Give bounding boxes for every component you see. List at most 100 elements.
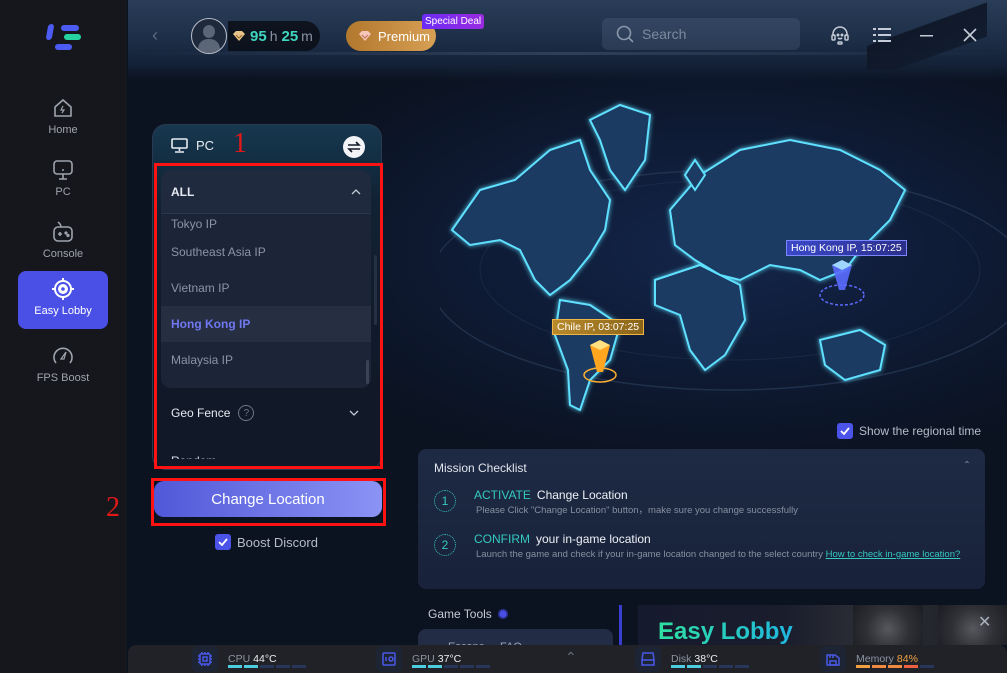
disk-value: 38°C — [694, 653, 718, 665]
monitor-icon — [171, 138, 188, 153]
gpu-value: 37°C — [437, 653, 462, 665]
system-status-bar: CPU 44°C GPU 37°C ⌃ Disk 38°C Memory 84% — [128, 645, 1007, 673]
game-tools-badge-icon — [497, 609, 508, 619]
step-title: Change Location — [536, 488, 628, 502]
minutes-unit: m — [301, 28, 313, 44]
platform-label: PC — [196, 138, 215, 153]
step-description: Please Click "Change Location" button，ma… — [476, 505, 799, 516]
hours-unit: h — [269, 28, 278, 44]
back-button[interactable]: ‹ — [152, 26, 170, 44]
disk-stat: Disk 38°C — [635, 645, 749, 673]
cpu-chip-icon — [192, 646, 218, 672]
world-map — [440, 103, 1007, 412]
sidebar-item-label: Easy Lobby — [34, 305, 92, 317]
cpu-value: 44°C — [253, 653, 277, 665]
swap-arrows-icon — [347, 141, 361, 153]
africa — [654, 263, 747, 372]
switch-platform-button[interactable] — [343, 136, 365, 158]
gpu-level-bar — [412, 665, 490, 668]
diamond-icon — [359, 31, 371, 41]
step-number: 1 — [434, 490, 456, 512]
sidebar-item-console[interactable]: Console — [18, 214, 108, 272]
minimize-icon[interactable] — [917, 25, 937, 45]
memory-label: Memory — [856, 653, 894, 665]
memory-value: 84% — [896, 653, 918, 665]
search-box[interactable] — [602, 18, 800, 50]
search-icon — [616, 25, 634, 43]
hong-kong-time-label: Hong Kong IP, 15:07:25 — [786, 240, 907, 256]
annotation-label-2: 2 — [106, 492, 120, 523]
checkbox-checked-icon — [215, 534, 231, 550]
minutes-value: 25 — [281, 27, 299, 45]
hours-value: 95 — [250, 27, 267, 45]
sidebar-item-easy-lobby[interactable]: Easy Lobby — [18, 271, 108, 329]
game-tools-heading: Game Tools — [428, 607, 508, 621]
sidebar-item-label: Home — [48, 124, 78, 136]
sidebar-item-pc[interactable]: PC — [18, 152, 108, 210]
chile-time-label: Chile IP, 03:07:25 — [552, 319, 645, 335]
banner-divider — [619, 605, 622, 645]
chevron-up-icon[interactable]: ⌃ — [565, 649, 577, 666]
cpu-level-bar — [228, 665, 306, 668]
gpu-stat: GPU 37°C — [376, 645, 490, 673]
boost-discord-label: Boost Discord — [237, 534, 318, 550]
game-tools-title: Game Tools — [428, 607, 492, 621]
memory-stat: Memory 84% — [820, 645, 934, 673]
annotation-box-2 — [151, 478, 386, 526]
show-regional-time-checkbox[interactable]: Show the regional time — [837, 423, 981, 439]
disk-drive-icon — [635, 646, 661, 672]
cpu-stat: CPU 44°C — [192, 645, 306, 673]
cpu-label: CPU — [228, 653, 251, 665]
south-america — [553, 298, 622, 412]
sidebar-item-fps-boost[interactable]: FPS Boost — [18, 338, 108, 396]
avatar[interactable] — [191, 18, 227, 54]
memory-card-icon — [820, 646, 846, 672]
app-window: Home PC Console Easy Lobby FPS Boost ‹ 9… — [0, 0, 1007, 673]
support-headset-icon[interactable] — [830, 25, 850, 45]
gpu-label: GPU — [412, 653, 435, 665]
menu-list-icon[interactable] — [872, 25, 892, 45]
step-description: Launch the game and check if your in-gam… — [476, 548, 966, 561]
monitor-icon — [53, 160, 73, 180]
australia — [818, 328, 887, 382]
search-input[interactable] — [642, 26, 792, 42]
gpu-card-icon — [376, 646, 402, 672]
step-number: 2 — [434, 534, 456, 556]
step-keyword: ACTIVATE — [474, 488, 531, 502]
sidebar-item-label: FPS Boost — [36, 372, 90, 384]
checkbox-checked-icon — [837, 423, 853, 439]
north-america — [450, 138, 612, 297]
boost-discord-checkbox[interactable]: Boost Discord — [215, 534, 318, 550]
annotation-label-1: 1 — [233, 128, 247, 159]
annotation-box-1 — [154, 163, 383, 469]
chevron-up-icon[interactable]: ˆ — [965, 459, 969, 473]
sidebar-item-home[interactable]: Home — [18, 90, 108, 148]
platform-header: PC — [171, 138, 214, 153]
remaining-time-pill: 95 h 25 m — [228, 21, 320, 51]
step-title: your in-game location — [536, 532, 651, 546]
europe-asia — [668, 138, 907, 282]
diamond-icon — [233, 31, 245, 41]
sidebar: Home PC Console Easy Lobby FPS Boost — [0, 0, 127, 673]
mission-checklist-title: Mission Checklist — [434, 461, 527, 475]
sidebar-item-label: Console — [42, 248, 84, 260]
home-icon — [54, 98, 72, 117]
banner-close-icon[interactable]: ✕ — [978, 612, 991, 632]
disk-label: Disk — [671, 653, 692, 665]
step-description-text: Launch the game and check if your in-gam… — [476, 549, 826, 560]
app-logo — [44, 24, 82, 52]
greenland — [588, 103, 652, 192]
banner-character-image — [853, 605, 923, 645]
close-icon[interactable] — [960, 25, 980, 45]
easy-lobby-banner[interactable]: Easy Lobby — [638, 605, 1007, 645]
step-keyword: CONFIRM — [474, 532, 530, 546]
mission-checklist: Mission Checklist ˆ 1 ACTIVATE Change Loc… — [418, 449, 985, 589]
show-regional-time-label: Show the regional time — [859, 424, 982, 438]
banner-character-image — [938, 605, 1007, 645]
special-deal-badge: Special Deal — [422, 14, 485, 29]
sidebar-item-label: PC — [55, 186, 71, 198]
speedometer-icon — [53, 347, 73, 364]
banner-title: Easy Lobby — [658, 618, 793, 645]
disk-level-bar — [671, 665, 749, 668]
how-to-check-link[interactable]: How to check in-game location? — [826, 549, 961, 560]
